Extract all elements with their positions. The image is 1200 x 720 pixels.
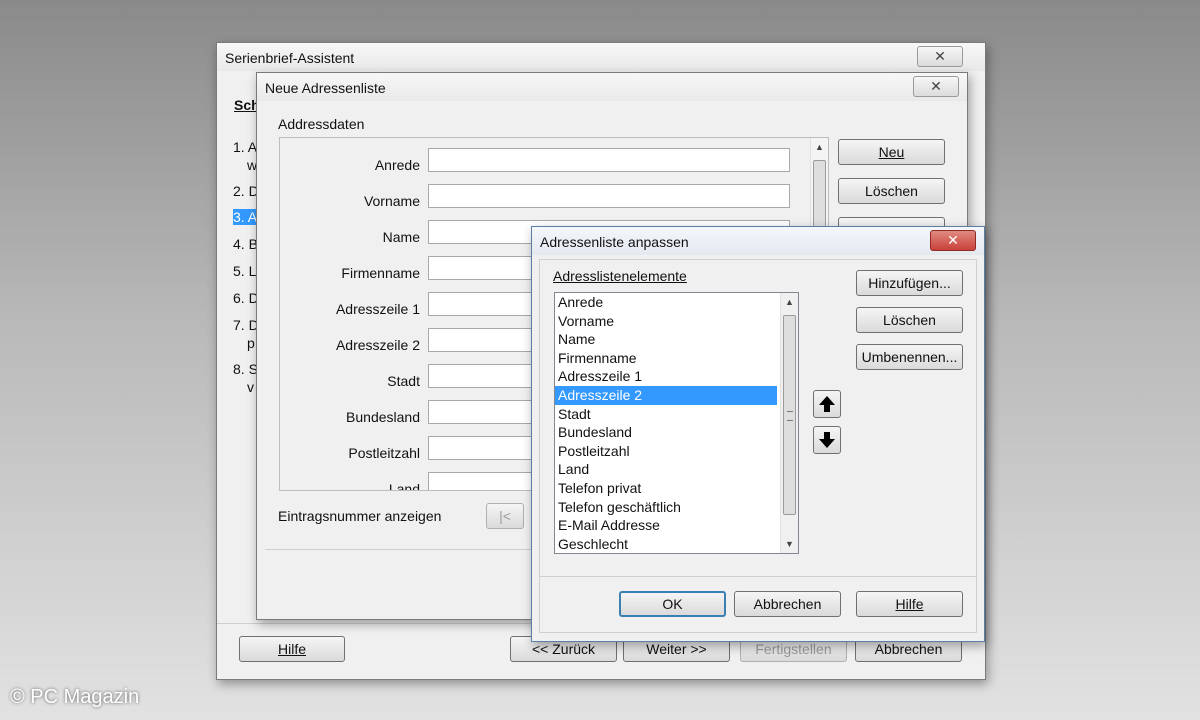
label-bundesland: Bundesland bbox=[346, 409, 420, 425]
entry-number-label: Eintragsnummer anzeigen bbox=[278, 508, 442, 524]
customize-title: Adressenliste anpassen bbox=[540, 234, 689, 250]
list-item[interactable]: Geschlecht bbox=[555, 535, 777, 553]
step-8-cont: v bbox=[247, 379, 254, 395]
watermark: © PC Magazin bbox=[10, 686, 140, 708]
list-item[interactable]: Stadt bbox=[555, 405, 777, 424]
step-2[interactable]: 2. D bbox=[233, 183, 259, 199]
wizard-help-button[interactable]: Hilfe bbox=[239, 636, 345, 662]
list-item[interactable]: Bundesland bbox=[555, 423, 777, 442]
close-icon: ✕ bbox=[947, 232, 959, 248]
label-land: Land bbox=[388, 481, 420, 491]
list-item[interactable]: Firmenname bbox=[555, 349, 777, 368]
label-firmenname: Firmenname bbox=[341, 265, 420, 281]
list-scrollbar-thumb[interactable] bbox=[783, 315, 796, 515]
label-anrede: Anrede bbox=[374, 157, 420, 173]
add-element-button[interactable]: Hinzufügen... bbox=[856, 270, 963, 296]
customize-titlebar: Adressenliste anpassen ✕ bbox=[532, 227, 984, 255]
scroll-down-icon[interactable]: ▼ bbox=[781, 539, 798, 549]
rename-element-button[interactable]: Umbenennen... bbox=[856, 344, 963, 370]
new-list-titlebar: Neue Adressenliste ✕ bbox=[257, 73, 967, 101]
step-1[interactable]: 1. A bbox=[233, 139, 257, 155]
label-vorname: Vorname bbox=[363, 193, 420, 209]
list-items: Anrede Vorname Name Firmenname Adresszei… bbox=[555, 293, 777, 553]
wizard-title: Serienbrief-Assistent bbox=[225, 50, 355, 66]
label-stadt: Stadt bbox=[387, 373, 420, 389]
arrow-down-icon bbox=[819, 432, 835, 448]
list-item[interactable]: Anrede bbox=[555, 293, 777, 312]
address-data-label: Addressdaten bbox=[278, 116, 365, 132]
close-icon: ✕ bbox=[934, 48, 946, 64]
step-7[interactable]: 7. D bbox=[233, 317, 259, 333]
arrow-up-icon bbox=[819, 396, 835, 412]
wizard-titlebar: Serienbrief-Assistent ✕ bbox=[217, 43, 985, 71]
list-item[interactable]: E-Mail Addresse bbox=[555, 516, 777, 535]
new-list-close-button[interactable]: ✕ bbox=[913, 76, 959, 97]
delete-entry-button[interactable]: Löschen bbox=[838, 178, 945, 204]
step-5[interactable]: 5. L bbox=[233, 263, 256, 279]
new-list-title: Neue Adressenliste bbox=[265, 80, 386, 96]
close-icon: ✕ bbox=[930, 78, 942, 94]
field-vorname[interactable] bbox=[428, 184, 790, 208]
list-elements-label: Adresslistenelemente bbox=[553, 268, 687, 284]
label-postleitzahl: Postleitzahl bbox=[348, 445, 420, 461]
customize-body: Adresslistenelemente Anrede Vorname Name… bbox=[539, 259, 977, 633]
label-adresszeile-2: Adresszeile 2 bbox=[335, 337, 420, 353]
list-item[interactable]: Name bbox=[555, 330, 777, 349]
list-item[interactable]: Telefon geschäftlich bbox=[555, 498, 777, 517]
customize-footer-divider bbox=[540, 576, 976, 577]
step-7-cont: p bbox=[247, 335, 255, 351]
list-item[interactable]: Telefon privat bbox=[555, 479, 777, 498]
label-adresszeile-1: Adresszeile 1 bbox=[335, 301, 420, 317]
list-item[interactable]: Postleitzahl bbox=[555, 442, 777, 461]
address-elements-list[interactable]: Anrede Vorname Name Firmenname Adresszei… bbox=[554, 292, 799, 554]
new-entry-button[interactable]: Neu bbox=[838, 139, 945, 165]
list-scrollbar[interactable]: ▲ ▼ bbox=[780, 293, 798, 553]
help-button[interactable]: Hilfe bbox=[856, 591, 963, 617]
list-item[interactable]: Land bbox=[555, 460, 777, 479]
grip-icon bbox=[787, 411, 793, 421]
first-entry-button[interactable]: |< bbox=[486, 503, 524, 529]
step-6[interactable]: 6. D bbox=[233, 290, 259, 306]
scroll-up-icon[interactable]: ▲ bbox=[781, 297, 798, 307]
list-item-selected[interactable]: Adresszeile 2 bbox=[555, 385, 777, 405]
field-anrede[interactable] bbox=[428, 148, 790, 172]
move-down-button[interactable] bbox=[813, 426, 841, 454]
step-4[interactable]: 4. B bbox=[233, 236, 258, 252]
list-item[interactable]: Adresszeile 1 bbox=[555, 367, 777, 386]
customize-address-list-dialog: Adressenliste anpassen ✕ Adresslistenele… bbox=[531, 226, 985, 642]
step-8[interactable]: 8. S bbox=[233, 361, 258, 377]
wizard-close-button[interactable]: ✕ bbox=[917, 46, 963, 67]
move-up-button[interactable] bbox=[813, 390, 841, 418]
customize-close-button[interactable]: ✕ bbox=[930, 230, 976, 251]
scroll-up-icon[interactable]: ▲ bbox=[811, 142, 828, 152]
label-name: Name bbox=[382, 229, 420, 245]
list-item[interactable]: Vorname bbox=[555, 312, 777, 331]
delete-element-button[interactable]: Löschen bbox=[856, 307, 963, 333]
ok-button[interactable]: OK bbox=[619, 591, 726, 617]
cancel-button[interactable]: Abbrechen bbox=[734, 591, 841, 617]
